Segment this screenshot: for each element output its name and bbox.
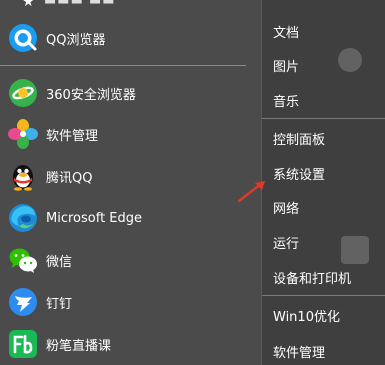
app-label: 软件管理 xyxy=(46,128,99,144)
right-item-devices-printers[interactable]: 设备和打印机 xyxy=(273,268,351,287)
wechat-icon xyxy=(9,248,37,273)
annotation-arrow-icon xyxy=(237,181,265,203)
app-label: 腾讯QQ xyxy=(46,170,93,186)
right-item-documents[interactable]: 文档 xyxy=(273,22,299,41)
app-label: 粉笔直播课 xyxy=(46,338,112,354)
qq-penguin-icon xyxy=(13,165,33,191)
app-label: 微信 xyxy=(46,254,73,270)
top-partial-row: ★ ■■■ ■■ xyxy=(0,0,262,12)
qq-browser-icon xyxy=(9,24,37,52)
software-manager-icon xyxy=(8,119,38,149)
watermark-icon xyxy=(341,236,369,264)
menu-separator xyxy=(262,118,385,119)
right-item-network[interactable]: 网络 xyxy=(273,198,299,217)
app-label: Microsoft Edge xyxy=(46,210,143,226)
fenbi-icon xyxy=(9,330,37,358)
360-browser-icon xyxy=(9,79,37,107)
app-label: QQ浏览器 xyxy=(46,32,106,48)
app-item-dingtalk[interactable]: 钉钉 xyxy=(0,282,262,322)
right-item-software-manager[interactable]: 软件管理 xyxy=(273,342,325,361)
app-item-tencent-qq[interactable]: 腾讯QQ xyxy=(0,156,262,196)
menu-separator xyxy=(262,295,385,296)
right-item-system-settings[interactable]: 系统设置 xyxy=(273,164,325,183)
app-item-wechat[interactable]: 微信 xyxy=(0,240,262,280)
app-item-microsoft-edge[interactable]: Microsoft Edge xyxy=(0,198,262,238)
right-item-music[interactable]: 音乐 xyxy=(273,91,299,110)
right-item-pictures[interactable]: 图片 xyxy=(273,56,299,75)
app-item-360-browser[interactable]: 360安全浏览器 xyxy=(0,73,262,113)
app-label: 钉钉 xyxy=(46,296,73,312)
star-icon: ★ xyxy=(22,0,35,10)
app-item-software-manager[interactable]: 软件管理 xyxy=(0,114,262,154)
right-item-win10-optimize[interactable]: Win10优化 xyxy=(273,306,340,325)
menu-separator xyxy=(0,65,246,66)
right-item-run[interactable]: 运行 xyxy=(273,233,299,252)
right-item-control-panel[interactable]: 控制面板 xyxy=(273,129,325,148)
edge-icon xyxy=(9,204,37,232)
app-item-fenbi[interactable]: 粉笔直播课 xyxy=(0,324,262,364)
app-label: 360安全浏览器 xyxy=(46,87,136,103)
partial-label: ■■■ ■■ xyxy=(44,0,116,6)
app-item-qq-browser[interactable]: QQ浏览器 xyxy=(0,18,262,58)
dingtalk-icon xyxy=(9,288,37,316)
watermark-icon xyxy=(338,48,362,72)
